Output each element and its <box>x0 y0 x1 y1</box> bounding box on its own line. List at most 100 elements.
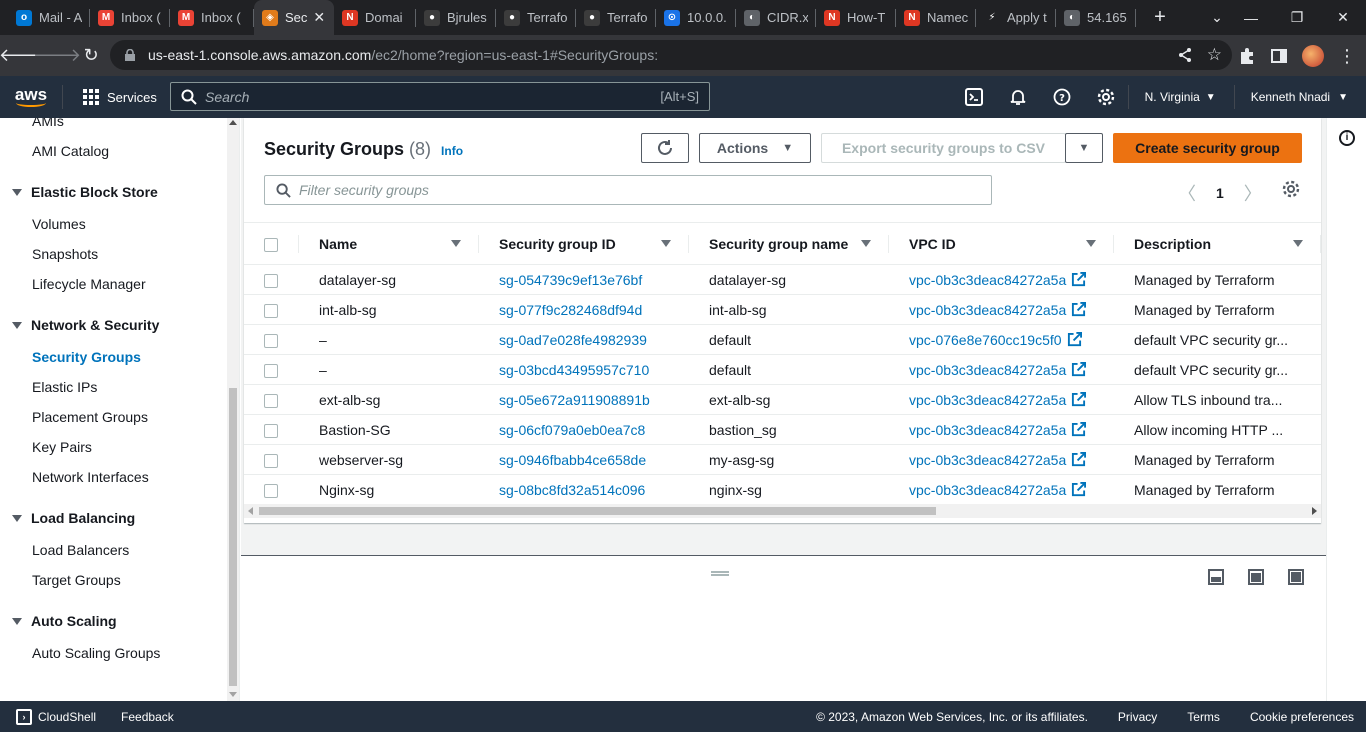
table-row[interactable]: datalayer-sg sg-054739c9ef13e76bf datalaye… <box>244 264 1321 295</box>
vpc-id-link[interactable]: vpc-0b3c3deac84272a5a <box>889 384 1114 415</box>
sidebar-section-load-balancing[interactable]: Load Balancing <box>0 502 226 535</box>
row-checkbox[interactable] <box>264 423 278 438</box>
sidebar-item-ami-catalog[interactable]: AMI Catalog <box>0 136 226 166</box>
browser-tab[interactable]: N How-T <box>816 0 896 35</box>
sidebar-item-placement-groups[interactable]: Placement Groups <box>0 402 226 432</box>
browser-tab[interactable]: ● Terrafo <box>496 0 576 35</box>
scroll-up-arrow-icon[interactable] <box>229 120 237 125</box>
row-checkbox[interactable] <box>264 483 278 498</box>
browser-menu-icon[interactable]: ⋮ <box>1338 47 1356 65</box>
browser-tab[interactable]: ◐ CIDR.x <box>736 0 816 35</box>
export-csv-button[interactable]: Export security groups to CSV <box>821 133 1066 163</box>
info-link[interactable]: Info <box>441 144 463 158</box>
sidebar-item-target-groups[interactable]: Target Groups <box>0 565 226 595</box>
browser-tab[interactable]: ⊙ 10.0.0. <box>656 0 736 35</box>
services-menu[interactable]: Services <box>62 85 157 109</box>
settings-gear-icon[interactable] <box>1084 76 1128 118</box>
region-selector[interactable]: N. Virginia ▼ <box>1127 85 1234 109</box>
cloudshell-button[interactable]: › CloudShell <box>0 708 96 725</box>
scroll-left-arrow-icon[interactable] <box>248 507 253 515</box>
external-link-icon[interactable] <box>1071 481 1087 497</box>
refresh-button[interactable] <box>641 133 689 163</box>
browser-tab[interactable]: ⚡ Apply t <box>976 0 1056 35</box>
vpc-id-link[interactable]: vpc-076e8e760cc19c5f0 <box>889 324 1114 355</box>
sidebar-item-load-balancers[interactable]: Load Balancers <box>0 535 226 565</box>
sidebar-item-auto-scaling-groups[interactable]: Auto Scaling Groups <box>0 638 226 668</box>
vpc-id-link[interactable]: vpc-0b3c3deac84272a5a <box>889 264 1114 295</box>
maximize-icon[interactable]: ❐ <box>1274 9 1320 26</box>
reload-button[interactable]: ↻ <box>74 39 108 73</box>
browser-tab[interactable]: ● Terrafo <box>576 0 656 35</box>
create-security-group-button[interactable]: Create security group <box>1113 133 1302 163</box>
select-all-checkbox[interactable] <box>264 237 278 252</box>
vpc-id-link[interactable]: vpc-0b3c3deac84272a5a <box>889 474 1114 505</box>
sg-id-link[interactable]: sg-08bc8fd32a514c096 <box>479 474 689 505</box>
split-bottom-icon[interactable] <box>1208 569 1224 585</box>
table-row[interactable]: – sg-0ad7e028fe4982939 default vpc-076e8e76… <box>244 324 1321 355</box>
sg-id-link[interactable]: sg-077f9c282468df94d <box>479 294 689 325</box>
next-page-icon[interactable]: 〉 <box>1244 180 1262 206</box>
sidebar-item-volumes[interactable]: Volumes <box>0 209 226 239</box>
table-row[interactable]: ext-alb-sg sg-05e672a911908891b ext-alb-sg… <box>244 384 1321 415</box>
column-header[interactable]: Security group ID <box>479 222 689 265</box>
sidebar-scrollbar[interactable] <box>227 118 239 701</box>
bookmark-star-icon[interactable]: ☆ <box>1207 45 1222 65</box>
sg-id-link[interactable]: sg-0946fbabb4ce658de <box>479 444 689 475</box>
vpc-id-link[interactable]: vpc-0b3c3deac84272a5a <box>889 294 1114 325</box>
browser-tab[interactable]: M Inbox ( <box>170 0 254 35</box>
previous-page-icon[interactable]: 〈 <box>1178 180 1196 206</box>
new-tab-button[interactable]: + <box>1142 0 1178 35</box>
split-side-icon[interactable] <box>1248 569 1264 585</box>
tab-search-chevron-icon[interactable]: ⌄ <box>1206 9 1228 26</box>
forward-button[interactable]: 🡒 <box>33 39 81 73</box>
scroll-thumb[interactable] <box>229 388 237 686</box>
cloudshell-icon[interactable] <box>952 76 996 118</box>
sidebar-section-network-security[interactable]: Network & Security <box>0 309 226 342</box>
sidebar-item-elastic-ips[interactable]: Elastic IPs <box>0 372 226 402</box>
sidebar-item-lifecycle-manager[interactable]: Lifecycle Manager <box>0 269 226 299</box>
side-panel-icon[interactable] <box>1270 47 1288 65</box>
sidebar-item-key-pairs[interactable]: Key Pairs <box>0 432 226 462</box>
export-dropdown-button[interactable]: ▼ <box>1065 133 1103 163</box>
notifications-bell-icon[interactable] <box>996 76 1040 118</box>
minimize-icon[interactable]: — <box>1228 10 1274 26</box>
table-row[interactable]: Bastion-SG sg-06cf079a0eb0ea7c8 bastion_sg… <box>244 414 1321 445</box>
table-row[interactable]: int-alb-sg sg-077f9c282468df94d int-alb-sg… <box>244 294 1321 325</box>
column-header[interactable]: Description <box>1114 222 1321 265</box>
table-horizontal-scrollbar[interactable] <box>244 504 1321 518</box>
privacy-link[interactable]: Privacy <box>1118 710 1157 724</box>
vpc-id-link[interactable]: vpc-0b3c3deac84272a5a <box>889 414 1114 445</box>
share-icon[interactable] <box>1177 47 1193 63</box>
table-row[interactable]: – sg-03bcd43495957c710 default vpc-0b3c3dea… <box>244 354 1321 385</box>
vpc-id-link[interactable]: vpc-0b3c3deac84272a5a <box>889 444 1114 475</box>
sg-id-link[interactable]: sg-03bcd43495957c710 <box>479 354 689 385</box>
extensions-icon[interactable] <box>1238 47 1256 65</box>
current-page[interactable]: 1 <box>1216 185 1224 201</box>
sg-id-link[interactable]: sg-05e672a911908891b <box>479 384 689 415</box>
address-bar[interactable]: us-east-1.console.aws.amazon.com/ec2/hom… <box>110 40 1232 70</box>
row-checkbox[interactable] <box>264 333 278 348</box>
sidebar-item-snapshots[interactable]: Snapshots <box>0 239 226 269</box>
row-checkbox[interactable] <box>264 363 278 378</box>
sort-caret-icon[interactable] <box>451 240 461 247</box>
external-link-icon[interactable] <box>1067 331 1082 347</box>
vpc-id-link[interactable]: vpc-0b3c3deac84272a5a <box>889 354 1114 385</box>
row-checkbox[interactable] <box>264 453 278 468</box>
browser-tab[interactable]: N Domai <box>334 0 416 35</box>
sort-caret-icon[interactable] <box>661 240 671 247</box>
browser-tab[interactable]: ◈ Sec ✕ <box>254 0 334 35</box>
sidebar-item-network-interfaces[interactable]: Network Interfaces <box>0 462 226 492</box>
split-panel-resize-handle[interactable] <box>711 571 729 576</box>
aws-logo[interactable]: aws <box>0 76 62 118</box>
split-full-icon[interactable] <box>1288 569 1304 585</box>
sg-id-link[interactable]: sg-0ad7e028fe4982939 <box>479 324 689 355</box>
window-close-icon[interactable]: ✕ <box>1320 9 1366 26</box>
sg-id-link[interactable]: sg-054739c9ef13e76bf <box>479 264 689 295</box>
column-header[interactable]: Security group name <box>689 222 889 265</box>
sort-caret-icon[interactable] <box>1293 240 1303 247</box>
table-row[interactable]: Nginx-sg sg-08bc8fd32a514c096 nginx-sg vpc-… <box>244 474 1321 505</box>
external-link-icon[interactable] <box>1071 301 1087 317</box>
search-input[interactable]: Search [Alt+S] <box>170 82 710 111</box>
scroll-down-arrow-icon[interactable] <box>229 692 237 697</box>
external-link-icon[interactable] <box>1071 451 1087 467</box>
